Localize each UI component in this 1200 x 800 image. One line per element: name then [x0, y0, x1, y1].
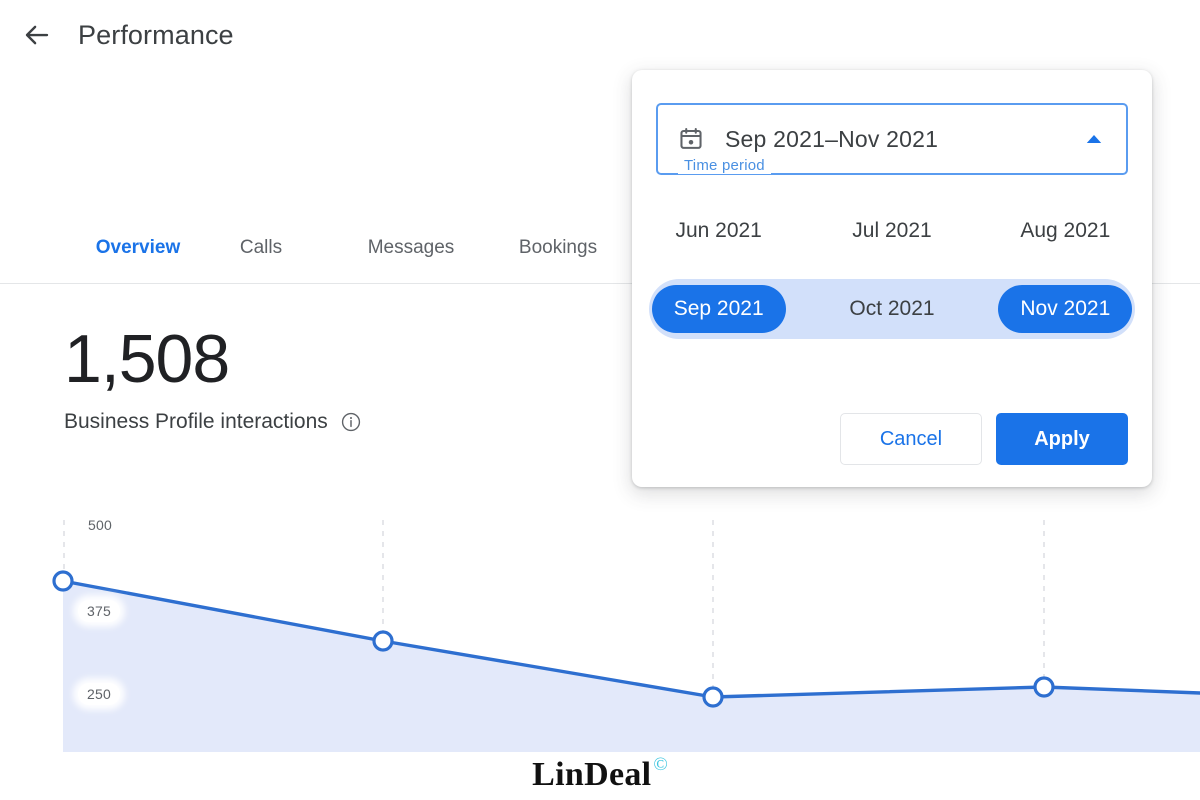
month-option-label: Nov 2021 — [998, 285, 1133, 333]
month-option-nov-2021[interactable]: Nov 2021 — [979, 285, 1152, 333]
metric-value: 1,508 — [64, 321, 230, 397]
watermark-text: LinDeal — [532, 756, 652, 793]
tab-bookings-label: Bookings — [518, 237, 598, 258]
month-option-sep-2021[interactable]: Sep 2021 — [632, 285, 805, 333]
info-icon[interactable] — [340, 411, 362, 433]
y-axis-tick-375: 375 — [78, 600, 120, 622]
chart-area-fill — [63, 581, 1200, 752]
month-option-oct-2021[interactable]: Oct 2021 — [805, 285, 978, 333]
arrow-left-icon — [22, 20, 52, 50]
interactions-area-chart: 500 375 250 — [0, 490, 1200, 760]
month-option-label: Oct 2021 — [849, 297, 935, 320]
month-option-label: Jul 2021 — [852, 219, 932, 242]
month-option-jun-2021[interactable]: Jun 2021 — [632, 207, 805, 255]
tab-messages-label: Messages — [367, 237, 455, 258]
back-button[interactable] — [14, 12, 60, 58]
watermark: LinDeal © — [0, 754, 1200, 794]
month-row-bottom: Sep 2021 Oct 2021 Nov 2021 — [632, 270, 1152, 348]
panel-actions: Cancel Apply — [840, 413, 1128, 465]
tab-overview[interactable]: Overview — [88, 222, 188, 284]
tab-messages[interactable]: Messages — [360, 222, 462, 284]
month-option-label: Aug 2021 — [1020, 219, 1111, 242]
month-option-aug-2021[interactable]: Aug 2021 — [979, 207, 1152, 255]
month-option-jul-2021[interactable]: Jul 2021 — [805, 207, 978, 255]
time-period-value: Sep 2021–Nov 2021 — [725, 125, 939, 152]
month-row-top: Jun 2021 Jul 2021 Aug 2021 — [632, 192, 1152, 270]
metric-block: 1,508 Business Profile interactions — [64, 322, 362, 434]
y-axis-tick-500: 500 — [88, 517, 112, 533]
month-option-label: Jun 2021 — [675, 219, 762, 242]
performance-screen: Performance Overview Calls Messages Book… — [0, 0, 1200, 800]
chevron-up-icon[interactable] — [1084, 129, 1104, 149]
time-period-panel: Sep 2021–Nov 2021 Time period Jun 2021 J… — [632, 70, 1152, 487]
month-grid: Jun 2021 Jul 2021 Aug 2021 Sep 2021 Oct … — [632, 192, 1152, 348]
y-axis-tick-250: 250 — [78, 683, 120, 705]
tab-calls-label: Calls — [239, 237, 283, 258]
tab-calls[interactable]: Calls — [234, 222, 288, 284]
time-period-legend: Time period — [678, 158, 771, 174]
metric-label-row: Business Profile interactions — [64, 410, 362, 434]
metric-label: Business Profile interactions — [64, 410, 328, 433]
tab-overview-label: Overview — [95, 237, 181, 258]
calendar-icon — [677, 125, 705, 153]
page-title: Performance — [78, 19, 234, 50]
month-option-label: Sep 2021 — [651, 285, 786, 333]
apply-button[interactable]: Apply — [996, 413, 1128, 465]
tab-bookings[interactable]: Bookings — [510, 222, 606, 284]
cancel-button[interactable]: Cancel — [840, 413, 982, 465]
top-app-bar: Performance — [0, 0, 1200, 70]
